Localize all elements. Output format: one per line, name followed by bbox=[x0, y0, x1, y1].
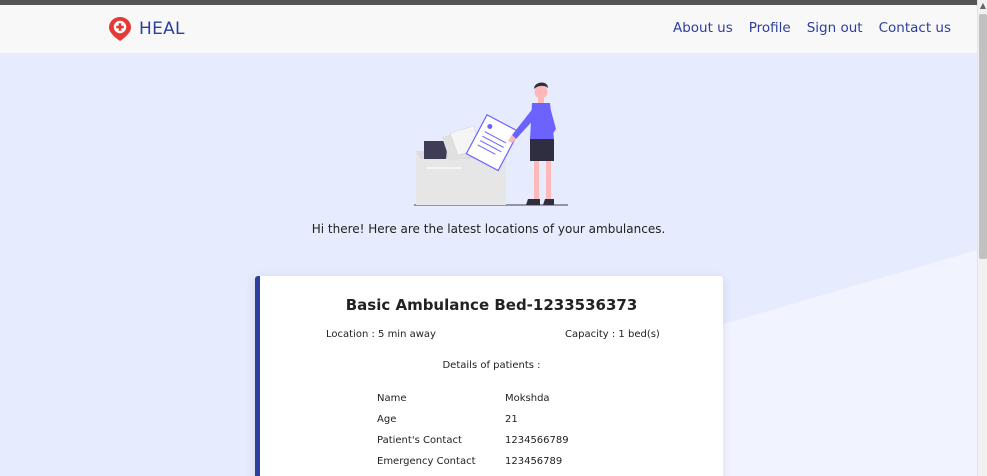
ambulance-capacity: Capacity : 1 bed(s) bbox=[565, 329, 660, 340]
patient-contact-value: 1234566789 bbox=[505, 435, 569, 446]
patient-name-label: Name bbox=[377, 393, 407, 404]
scroll-up-arrow-icon[interactable]: ▲ bbox=[978, 0, 987, 12]
patient-details-table: Name Mokshda Age 21 Patient's Contact 12… bbox=[377, 388, 569, 472]
greeting-text: Hi there! Here are the latest locations … bbox=[311, 222, 666, 236]
table-row: Patient's Contact 1234566789 bbox=[377, 430, 569, 451]
nav-sign-out[interactable]: Sign out bbox=[807, 20, 863, 36]
patient-age-label: Age bbox=[377, 414, 397, 425]
navbar: HEAL About us Profile Sign out Contact u… bbox=[0, 5, 977, 53]
patient-contact-label: Patient's Contact bbox=[377, 435, 462, 446]
patient-name-value: Mokshda bbox=[505, 393, 550, 404]
scrollbar-thumb[interactable] bbox=[979, 14, 987, 259]
table-row: Name Mokshda bbox=[377, 388, 569, 409]
table-row: Emergency Contact 123456789 bbox=[377, 451, 569, 472]
person-with-documents-illustration bbox=[414, 82, 568, 206]
ambulance-card: Basic Ambulance Bed-1233536373 Location … bbox=[255, 276, 723, 476]
emergency-contact-value: 123456789 bbox=[505, 456, 563, 467]
nav-links: About us Profile Sign out Contact us bbox=[673, 20, 951, 36]
ambulance-title: Basic Ambulance Bed-1233536373 bbox=[345, 296, 638, 314]
table-row: Age 21 bbox=[377, 409, 569, 430]
brand-name: HEAL bbox=[139, 19, 185, 39]
nav-contact-us[interactable]: Contact us bbox=[879, 20, 951, 36]
nav-about-us[interactable]: About us bbox=[673, 20, 733, 36]
patient-details-title: Details of patients : bbox=[442, 360, 541, 371]
vertical-scrollbar[interactable]: ▲ bbox=[977, 0, 987, 476]
nav-profile[interactable]: Profile bbox=[749, 20, 791, 36]
page: HEAL About us Profile Sign out Contact u… bbox=[0, 5, 977, 476]
location-pin-medical-icon bbox=[109, 17, 131, 41]
patient-age-value: 21 bbox=[505, 414, 518, 425]
ambulance-location: Location : 5 min away bbox=[326, 329, 436, 340]
emergency-contact-label: Emergency Contact bbox=[377, 456, 476, 467]
brand[interactable]: HEAL bbox=[109, 15, 185, 43]
